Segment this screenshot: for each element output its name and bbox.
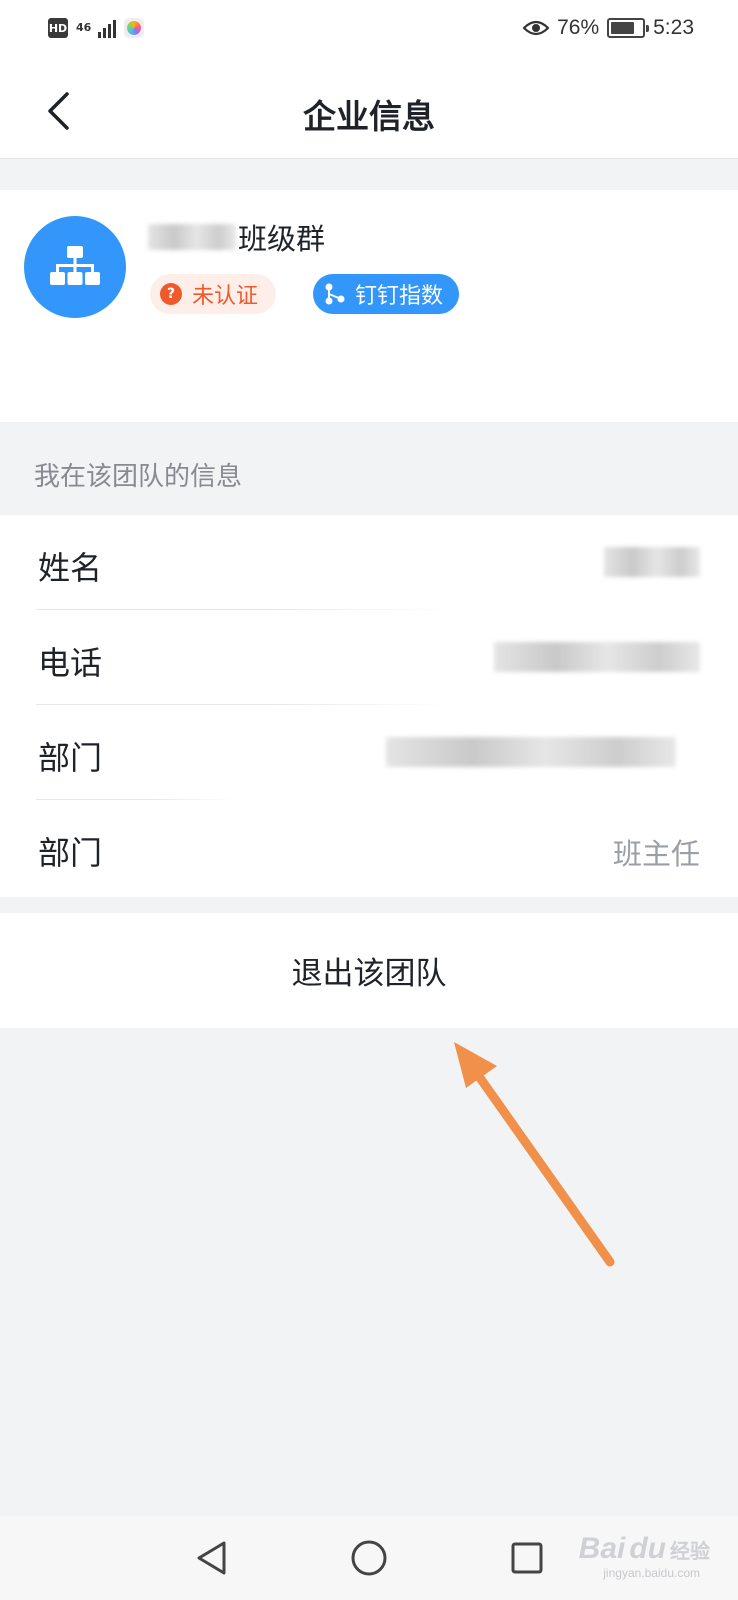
clock: 5:23 bbox=[653, 16, 694, 39]
info-label-department: 部门 bbox=[38, 739, 103, 777]
org-avatar[interactable] bbox=[24, 216, 126, 318]
nav-bar: 企业信息 bbox=[0, 64, 738, 159]
system-recents-button[interactable] bbox=[505, 1536, 549, 1580]
nav-recents-square-icon bbox=[511, 1542, 543, 1574]
page-title: 企业信息 bbox=[303, 97, 435, 136]
info-label-phone: 电话 bbox=[38, 644, 103, 682]
system-back-button[interactable] bbox=[190, 1536, 234, 1580]
app-notification-icon bbox=[124, 18, 144, 38]
redacted-org-name bbox=[148, 224, 236, 250]
redacted-name-value bbox=[604, 547, 700, 577]
network-type-label: 46 bbox=[76, 21, 92, 34]
info-row-phone[interactable]: 电话 bbox=[0, 610, 738, 705]
share-nodes-icon bbox=[325, 283, 345, 305]
info-row-department[interactable]: 部门 bbox=[0, 705, 738, 800]
hd-icon: HD bbox=[48, 18, 68, 38]
org-chart-icon bbox=[50, 246, 100, 285]
question-circle-icon: ? bbox=[160, 283, 182, 305]
info-label-position: 部门 bbox=[38, 834, 103, 872]
org-name-suffix: 班级群 bbox=[238, 222, 326, 256]
eye-icon bbox=[523, 19, 550, 37]
status-left-icons: HD 46 bbox=[48, 18, 144, 38]
member-info-list: 姓名 电话 部门 部门 班主任 bbox=[0, 515, 738, 897]
battery-icon bbox=[607, 18, 650, 38]
info-row-name[interactable]: 姓名 bbox=[0, 515, 738, 610]
watermark-paw: du bbox=[629, 1532, 666, 1565]
redacted-phone-value bbox=[494, 642, 700, 672]
battery-percent: 76% bbox=[557, 16, 600, 39]
signal-icon bbox=[98, 18, 116, 38]
watermark-url: jingyan.baidu.com bbox=[603, 1566, 700, 1580]
org-name: 班级群 bbox=[148, 216, 325, 258]
dingtalk-index-tag[interactable]: 钉钉指数 bbox=[313, 274, 460, 314]
unverified-tag[interactable]: ? 未认证 bbox=[150, 274, 277, 314]
status-bar: HD 46 76% 5:23 bbox=[0, 0, 738, 64]
watermark-cn: 经验 bbox=[670, 1539, 710, 1563]
info-value-position: 班主任 bbox=[612, 837, 700, 871]
info-label-name: 姓名 bbox=[38, 549, 103, 587]
leave-team-button[interactable]: 退出该团队 bbox=[0, 913, 738, 1028]
unverified-tag-label: 未认证 bbox=[192, 284, 259, 309]
dingtalk-index-label: 钉钉指数 bbox=[355, 284, 444, 309]
system-home-button[interactable] bbox=[347, 1536, 391, 1580]
baidu-watermark: Bai du 经验 jingyan.baidu.com bbox=[578, 1532, 710, 1580]
redacted-department-value bbox=[386, 737, 676, 767]
section-header: 我在该团队的信息 bbox=[34, 462, 243, 492]
battery-fill bbox=[611, 22, 634, 34]
nav-back-triangle-icon bbox=[197, 1541, 226, 1575]
watermark-brand: Bai bbox=[578, 1532, 626, 1565]
org-card: 班级群 ? 未认证 钉钉指数 bbox=[0, 190, 738, 422]
status-right-icons: 76% 5:23 bbox=[523, 16, 694, 40]
info-row-position[interactable]: 部门 班主任 bbox=[0, 800, 738, 895]
nav-home-circle-icon bbox=[351, 1540, 387, 1576]
